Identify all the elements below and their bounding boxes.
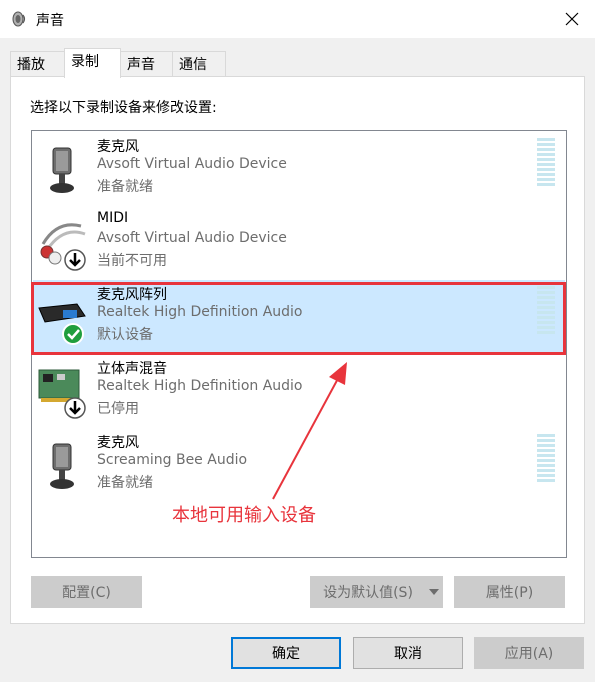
title-bar: 声音 xyxy=(0,0,595,38)
configure-button[interactable]: 配置(C) xyxy=(31,576,142,608)
device-item[interactable]: 麦克风 Avsoft Virtual Audio Device 准备就绪 xyxy=(33,132,565,204)
chevron-down-icon xyxy=(429,589,439,595)
speaker-icon xyxy=(12,11,26,27)
device-name: 麦克风 xyxy=(97,139,139,155)
device-description: Realtek High Definition Audio xyxy=(97,304,303,320)
cancel-button[interactable]: 取消 xyxy=(353,637,463,669)
device-description: Screaming Bee Audio xyxy=(97,452,248,468)
device-item[interactable]: 麦克风 Screaming Bee Audio 准备就绪 xyxy=(33,428,565,500)
device-name: 麦克风阵列 xyxy=(97,287,167,303)
properties-button[interactable]: 属性(P) xyxy=(454,576,565,608)
microphone-icon xyxy=(50,443,74,489)
device-status: 当前不可用 xyxy=(97,253,167,269)
apply-button[interactable]: 应用(A) xyxy=(474,637,584,669)
device-status: 默认设备 xyxy=(97,327,153,343)
tab-recording[interactable]: 录制 xyxy=(64,48,121,78)
window-title: 声音 xyxy=(36,13,64,29)
level-meter xyxy=(537,138,555,188)
device-name: MIDI xyxy=(97,210,129,226)
device-item-selected[interactable]: 麦克风阵列 Realtek High Definition Audio 默认设备 xyxy=(33,280,565,352)
sound-card-icon xyxy=(38,369,86,419)
device-name: 麦克风 xyxy=(97,435,139,451)
annotation-text: 本地可用输入设备 xyxy=(172,505,316,526)
device-name: 立体声混音 xyxy=(97,361,167,377)
level-meter xyxy=(537,286,555,336)
device-description: Avsoft Virtual Audio Device xyxy=(97,156,287,172)
device-status: 已停用 xyxy=(97,401,139,417)
midi-cable-icon xyxy=(40,223,86,271)
device-item[interactable]: MIDI Avsoft Virtual Audio Device 当前不可用 xyxy=(33,206,565,278)
device-list[interactable]: 麦克风 Avsoft Virtual Audio Device 准备就绪 MID… xyxy=(31,130,567,558)
device-status: 准备就绪 xyxy=(97,179,153,195)
set-default-button[interactable]: 设为默认值(S) xyxy=(310,576,426,608)
level-meter xyxy=(537,434,555,484)
device-description: Realtek High Definition Audio xyxy=(97,378,303,394)
set-default-dropdown[interactable] xyxy=(425,576,443,608)
tab-playback[interactable]: 播放 xyxy=(10,51,65,76)
instruction-text: 选择以下录制设备来修改设置: xyxy=(30,100,217,116)
close-button[interactable] xyxy=(549,0,595,38)
microphone-icon xyxy=(50,147,74,193)
device-description: Avsoft Virtual Audio Device xyxy=(97,230,287,246)
microphone-array-icon xyxy=(38,303,86,345)
tab-communications[interactable]: 通信 xyxy=(172,51,226,76)
close-icon xyxy=(565,12,579,26)
device-status: 准备就绪 xyxy=(97,475,153,491)
tab-sounds[interactable]: 声音 xyxy=(120,51,173,76)
device-item[interactable]: 立体声混音 Realtek High Definition Audio 已停用 xyxy=(33,354,565,426)
recording-panel: 选择以下录制设备来修改设置: 麦克风 Avsoft Virtual Audio … xyxy=(10,76,585,624)
ok-button[interactable]: 确定 xyxy=(231,637,341,669)
